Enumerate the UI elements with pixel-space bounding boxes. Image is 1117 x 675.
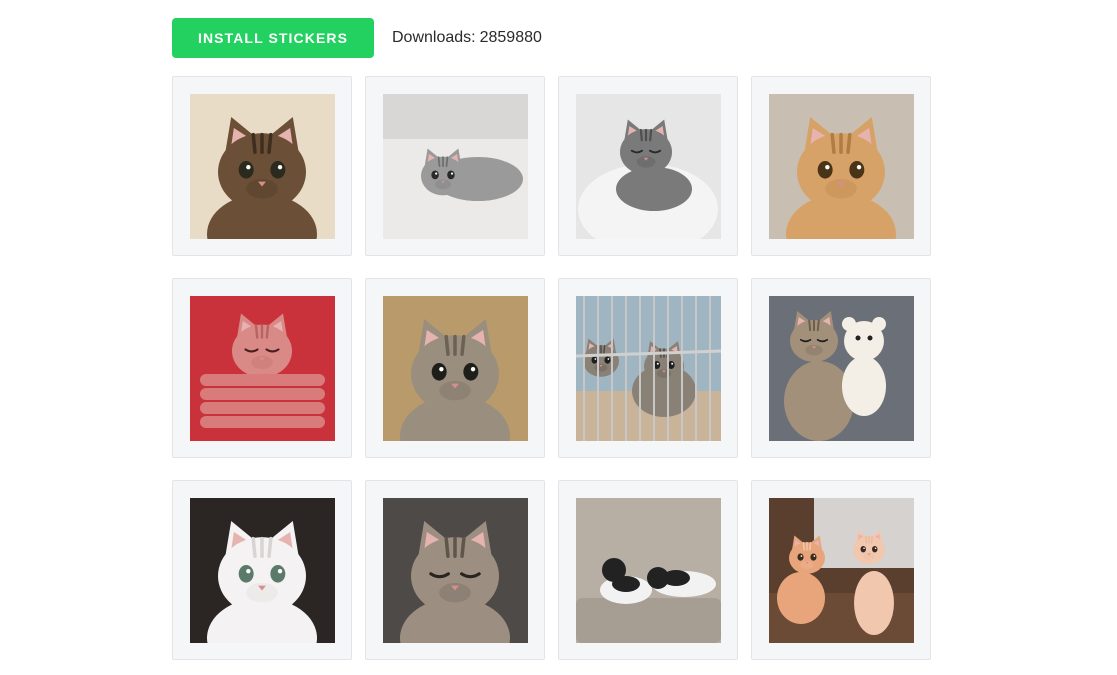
sticker-card[interactable]	[751, 278, 931, 458]
sticker-pack-page: INSTALL STICKERS Downloads: 2859880	[0, 0, 1117, 675]
sticker-card[interactable]	[558, 278, 738, 458]
sticker-grid	[172, 76, 931, 660]
sticker-kittens-on-sofa[interactable]	[575, 497, 721, 643]
sticker-card[interactable]	[558, 480, 738, 660]
sticker-card[interactable]	[558, 76, 738, 256]
sticker-kitten-sleeping-blanket[interactable]	[575, 93, 721, 239]
sticker-card[interactable]	[751, 480, 931, 660]
sticker-card[interactable]	[365, 480, 545, 660]
sticker-kitten-in-hands-red[interactable]	[189, 295, 335, 441]
sticker-orange-cat-grin[interactable]	[768, 93, 914, 239]
sticker-kitten-hugging-teddy[interactable]	[768, 295, 914, 441]
sticker-card[interactable]	[172, 480, 352, 660]
downloads-count: 2859880	[479, 29, 542, 46]
sticker-kitten-tabby-window[interactable]	[189, 93, 335, 239]
sticker-card[interactable]	[751, 76, 931, 256]
sticker-card[interactable]	[365, 76, 545, 256]
sticker-kitten-lying-bed[interactable]	[382, 93, 528, 239]
sticker-kitten-tabby-looking[interactable]	[382, 295, 528, 441]
downloads-counter: Downloads: 2859880	[392, 29, 542, 47]
sticker-white-kitten-face[interactable]	[189, 497, 335, 643]
sticker-card[interactable]	[172, 76, 352, 256]
sticker-kitten-sleepy-squint[interactable]	[382, 497, 528, 643]
sticker-card[interactable]	[172, 278, 352, 458]
sticker-kittens-in-cage[interactable]	[575, 295, 721, 441]
toolbar: INSTALL STICKERS Downloads: 2859880	[172, 18, 542, 58]
sticker-card[interactable]	[365, 278, 545, 458]
install-stickers-button[interactable]: INSTALL STICKERS	[172, 18, 374, 58]
sticker-two-ginger-kittens[interactable]	[768, 497, 914, 643]
downloads-label: Downloads:	[392, 29, 476, 46]
